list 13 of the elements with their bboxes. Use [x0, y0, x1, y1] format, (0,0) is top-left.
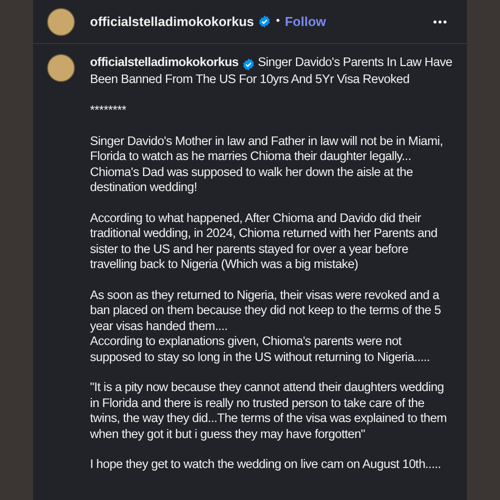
follow-link[interactable]: Follow — [284, 12, 326, 32]
caption-paragraph: I hope they get to watch the wedding on live cam on August 10th..... — [90, 457, 442, 473]
avatar[interactable] — [47, 8, 75, 36]
username[interactable]: officialstelladimokokorkus — [90, 12, 254, 32]
caption-title: officialstelladimokokorkus Singer Davido's Parents In Law Have Been Banned From The US For 10yrs And 5Yr Visa Revoked — [90, 55, 453, 88]
caption-paragraph: As soon as they returned to Nigeria, their visas were revoked and a ban placed on them because they did not keep to the terms of the 5 year visas handed them.... According to explanations given, Chioma's parents were not supposed to stay so long in the US without returning to Nigeria..... — [90, 288, 442, 366]
caption-paragraph: According to what happened, After Chioma and Davido did their traditional wedding, in 2024, Chioma returned with her Parents and sister to the US and her parents stayed for over a year before travelling back to Nigeria (Which was a big mistake) — [90, 211, 438, 273]
caption-paragraph: ******** — [90, 103, 128, 119]
avatar[interactable] — [47, 54, 75, 82]
more-options-icon[interactable] — [433, 20, 447, 24]
caption-paragraph: Singer Davido's Mother in law and Father in law will not be in Miami, Florida to watch as he marries Chioma their daughter legally... Chioma's Dad was supposed to walk her down the aisle at the destination wedding! — [90, 134, 444, 196]
separator: • — [276, 14, 280, 30]
caption-paragraph: "It is a pity now because they cannot attend their daughters wedding in Florida and there is really no trusted person to take care of the twins, the way they did...The terms of the visa was explained to them when they got it but i guess they may have forgotten" — [90, 380, 448, 442]
